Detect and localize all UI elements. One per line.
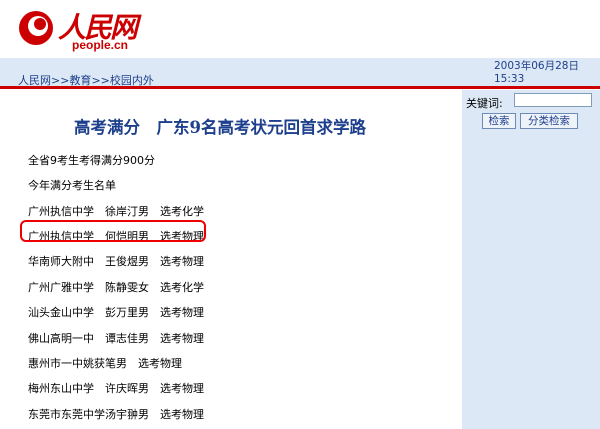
logo-text-en: people.cn [72,38,129,52]
people-logo[interactable]: 人民网 people.cn [16,6,176,54]
publish-datetime: 2003年06月28日 15:33 [494,60,579,86]
highlight-annotation [20,220,206,242]
student-row: 东莞市东莞中学汤宇翀男 选考物理 [28,408,204,421]
student-row: 广州广雅中学 陈静雯女 选考化学 [28,281,204,294]
student-row: 华南师大附中 王俊煜男 选考物理 [28,255,204,268]
search-button[interactable]: 检索 [482,113,516,129]
article-title: 高考满分 广东9名高考状元回首求学路 [74,118,366,137]
student-row: 佛山高明一中 谭志佳男 选考物理 [28,332,204,345]
category-search-button[interactable]: 分类检索 [520,113,578,129]
header-divider [0,86,600,89]
publish-date: 2003年06月28日 [494,60,579,72]
article-intro: 今年满分考生名单 [28,179,116,192]
article-intro: 全省9考生考得满分900分 [28,154,155,167]
publish-time: 15:33 [494,73,525,85]
people-logo-icon [19,11,53,45]
keyword-label: 关键词: [466,97,503,110]
student-row: 广州执信中学 徐岸汀男 选考化学 [28,205,204,218]
student-row: 汕头金山中学 彭万里男 选考物理 [28,306,204,319]
search-sidebar [462,90,600,429]
student-row: 惠州市一中姚获笔男 选考物理 [28,357,182,370]
student-row: 梅州东山中学 许庆晖男 选考物理 [28,382,204,395]
keyword-input[interactable] [514,93,592,107]
